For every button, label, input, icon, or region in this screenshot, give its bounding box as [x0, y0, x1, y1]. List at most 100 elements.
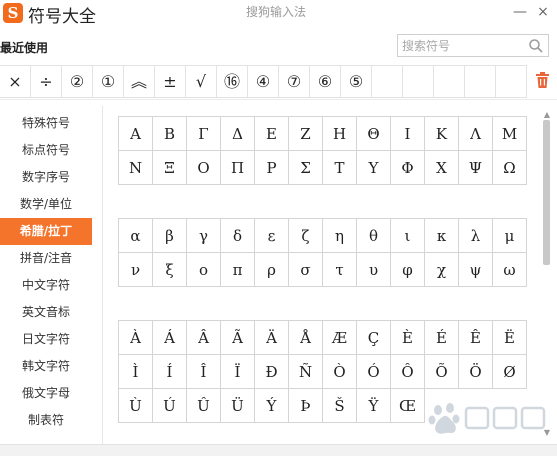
minimize-button[interactable]: —	[510, 2, 530, 22]
recent-symbol-cell[interactable]	[434, 66, 465, 97]
symbol-cell[interactable]: Ξ	[153, 151, 187, 185]
recent-symbol-cell[interactable]: ①	[93, 66, 124, 97]
symbol-cell[interactable]: Ρ	[255, 151, 289, 185]
recent-symbol-cell[interactable]: ±	[155, 66, 186, 97]
recent-symbol-cell[interactable]: √	[186, 66, 217, 97]
symbol-cell[interactable]: Á	[153, 321, 187, 355]
sidebar-item[interactable]: 特殊符号	[0, 110, 92, 137]
symbol-cell[interactable]: Ω	[493, 151, 527, 185]
symbol-cell[interactable]: Υ	[357, 151, 391, 185]
symbol-cell[interactable]: Φ	[391, 151, 425, 185]
symbol-cell[interactable]: θ	[357, 219, 391, 253]
symbol-cell[interactable]: γ	[187, 219, 221, 253]
sidebar-item[interactable]: 英文音标	[0, 299, 92, 326]
scroll-up-arrow-icon[interactable]: ▲	[541, 110, 553, 120]
recent-symbol-cell[interactable]: ⑦	[279, 66, 310, 97]
symbol-cell[interactable]: ρ	[255, 253, 289, 287]
symbol-cell[interactable]: κ	[425, 219, 459, 253]
symbol-cell[interactable]: Ã	[221, 321, 255, 355]
symbol-cell[interactable]: ξ	[153, 253, 187, 287]
symbol-cell[interactable]: λ	[459, 219, 493, 253]
sidebar-item[interactable]: 标点符号	[0, 137, 92, 164]
symbol-cell[interactable]: Α	[119, 117, 153, 151]
scrollbar[interactable]: ▲ ▼	[541, 110, 553, 440]
symbol-cell[interactable]: Ò	[323, 355, 357, 389]
recent-symbol-cell[interactable]: ⑥	[310, 66, 341, 97]
symbol-cell[interactable]: Ö	[459, 355, 493, 389]
symbol-cell[interactable]: Õ	[425, 355, 459, 389]
symbol-cell[interactable]: χ	[425, 253, 459, 287]
symbol-cell[interactable]: Ç	[357, 321, 391, 355]
symbol-cell[interactable]: α	[119, 219, 153, 253]
symbol-cell[interactable]: Κ	[425, 117, 459, 151]
recent-symbol-cell[interactable]: ×	[0, 66, 31, 97]
sidebar-item[interactable]: 俄文字母	[0, 380, 92, 407]
symbol-cell[interactable]: Ζ	[289, 117, 323, 151]
symbol-cell[interactable]: σ	[289, 253, 323, 287]
symbol-cell[interactable]: η	[323, 219, 357, 253]
search-input[interactable]	[402, 37, 522, 54]
symbol-cell[interactable]: β	[153, 219, 187, 253]
symbol-cell[interactable]: Ι	[391, 117, 425, 151]
recent-symbol-cell[interactable]: ︽	[124, 66, 155, 97]
symbol-cell[interactable]: Ä	[255, 321, 289, 355]
symbol-cell[interactable]: Σ	[289, 151, 323, 185]
symbol-cell[interactable]: Û	[187, 389, 221, 423]
symbol-cell[interactable]: υ	[357, 253, 391, 287]
symbol-cell[interactable]: ε	[255, 219, 289, 253]
symbol-cell[interactable]: Þ	[289, 389, 323, 423]
symbol-cell[interactable]: Χ	[425, 151, 459, 185]
symbol-cell[interactable]: Â	[187, 321, 221, 355]
symbol-cell[interactable]: Τ	[323, 151, 357, 185]
symbol-cell[interactable]: Ú	[153, 389, 187, 423]
sidebar-item[interactable]: 制表符	[0, 407, 92, 434]
symbol-cell[interactable]: Æ	[323, 321, 357, 355]
symbol-cell[interactable]: Π	[221, 151, 255, 185]
symbol-cell[interactable]: È	[391, 321, 425, 355]
symbol-cell[interactable]: ο	[187, 253, 221, 287]
symbol-cell[interactable]: ψ	[459, 253, 493, 287]
sidebar-item[interactable]: 数学/单位	[0, 191, 92, 218]
symbol-cell[interactable]: Ï	[221, 355, 255, 389]
symbol-cell[interactable]: δ	[221, 219, 255, 253]
sidebar-item[interactable]: 希腊/拉丁	[0, 218, 92, 245]
recent-symbol-cell[interactable]	[403, 66, 434, 97]
symbol-cell[interactable]: τ	[323, 253, 357, 287]
symbol-cell[interactable]: À	[119, 321, 153, 355]
symbol-cell[interactable]: Δ	[221, 117, 255, 151]
symbol-cell[interactable]: Γ	[187, 117, 221, 151]
symbol-cell[interactable]: Ε	[255, 117, 289, 151]
symbol-cell[interactable]: Î	[187, 355, 221, 389]
symbol-cell[interactable]: Ì	[119, 355, 153, 389]
recent-symbol-cell[interactable]	[465, 66, 496, 97]
symbol-cell[interactable]: É	[425, 321, 459, 355]
close-button[interactable]: ×	[533, 2, 553, 22]
sidebar-item[interactable]: 数字序号	[0, 164, 92, 191]
symbol-cell[interactable]: Η	[323, 117, 357, 151]
sidebar-item[interactable]: 韩文字符	[0, 353, 92, 380]
search-icon[interactable]	[528, 38, 544, 54]
recent-symbol-cell[interactable]	[496, 66, 527, 97]
symbol-cell[interactable]: Ÿ	[357, 389, 391, 423]
symbol-cell[interactable]: Ü	[221, 389, 255, 423]
recent-symbol-cell[interactable]: ②	[62, 66, 93, 97]
symbol-cell[interactable]: ι	[391, 219, 425, 253]
sidebar-item[interactable]: 日文字符	[0, 326, 92, 353]
recent-symbol-cell[interactable]: ⑯	[217, 66, 248, 97]
symbol-cell[interactable]: Μ	[493, 117, 527, 151]
symbol-cell[interactable]: Ý	[255, 389, 289, 423]
symbol-cell[interactable]: Š	[323, 389, 357, 423]
symbol-cell[interactable]: Í	[153, 355, 187, 389]
recent-symbol-cell[interactable]: ⑤	[341, 66, 372, 97]
symbol-cell[interactable]: Ð	[255, 355, 289, 389]
symbol-cell[interactable]: φ	[391, 253, 425, 287]
sidebar-item[interactable]: 拼音/注音	[0, 245, 92, 272]
recent-symbol-cell[interactable]: ÷	[31, 66, 62, 97]
symbol-cell[interactable]: ω	[493, 253, 527, 287]
sidebar-item[interactable]: 中文字符	[0, 272, 92, 299]
symbol-cell[interactable]: Β	[153, 117, 187, 151]
symbol-cell[interactable]: Ê	[459, 321, 493, 355]
symbol-cell[interactable]: π	[221, 253, 255, 287]
scroll-thumb[interactable]	[543, 120, 550, 265]
symbol-cell[interactable]: Ψ	[459, 151, 493, 185]
